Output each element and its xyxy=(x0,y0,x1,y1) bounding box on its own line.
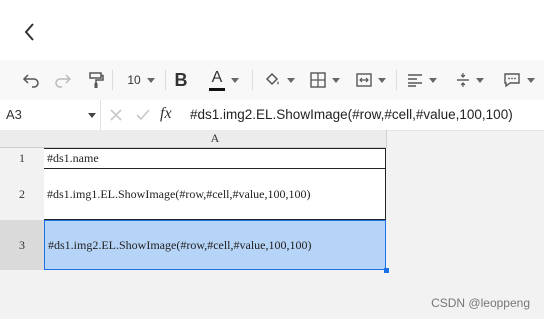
cell-reference: A3 xyxy=(6,107,22,122)
chevron-down-icon xyxy=(287,77,295,83)
cell-a2[interactable]: #ds1.img1.EL.ShowImage(#row,#cell,#value… xyxy=(44,169,386,220)
chevron-down-icon xyxy=(88,113,96,118)
font-color-button[interactable]: A xyxy=(203,68,245,92)
chevron-down-icon xyxy=(527,77,535,83)
font-size-value: 10 xyxy=(127,73,141,87)
font-size-select[interactable]: 10 xyxy=(120,68,162,92)
bold-button[interactable]: B xyxy=(170,68,192,92)
paint-bucket-icon xyxy=(265,72,279,86)
comment-button[interactable] xyxy=(498,68,540,92)
divider xyxy=(396,70,397,90)
font-color-label: A xyxy=(211,68,223,86)
watermark: CSDN @leoppeng xyxy=(431,296,530,310)
chevron-down-icon xyxy=(332,77,340,83)
cancel-icon[interactable] xyxy=(110,109,122,121)
comment-icon xyxy=(504,73,520,88)
format-painter-icon[interactable] xyxy=(85,68,107,92)
divider xyxy=(165,70,166,90)
redo-icon[interactable] xyxy=(52,68,74,92)
chevron-down-icon xyxy=(146,77,155,83)
formula-actions: fx xyxy=(100,100,180,130)
chevron-down-icon xyxy=(429,77,437,83)
chevron-down-icon xyxy=(476,77,484,83)
top-bar xyxy=(0,0,544,61)
chevron-down-icon xyxy=(378,77,386,83)
fill-color-button[interactable] xyxy=(260,68,298,92)
align-left-icon xyxy=(408,74,422,87)
name-box[interactable]: A3 xyxy=(0,100,101,130)
fx-icon[interactable]: fx xyxy=(160,105,172,123)
merge-cells-icon xyxy=(356,73,372,87)
merge-cells-button[interactable] xyxy=(352,68,390,92)
formula-bar: A3 fx #ds1.img2.EL.ShowImage(#row,#cell,… xyxy=(0,100,544,131)
row-header-2[interactable]: 2 xyxy=(0,169,44,220)
font-color-swatch xyxy=(209,87,225,91)
confirm-icon[interactable] xyxy=(136,109,150,121)
row-header-3[interactable]: 3 xyxy=(0,220,44,270)
divider xyxy=(112,70,113,90)
formula-input[interactable]: #ds1.img2.EL.ShowImage(#row,#cell,#value… xyxy=(190,107,513,122)
horizontal-align-button[interactable] xyxy=(402,68,442,92)
borders-icon xyxy=(310,72,326,88)
cell-a3-selected[interactable]: #ds1.img2.EL.ShowImage(#row,#cell,#value… xyxy=(44,220,386,270)
fill-handle[interactable] xyxy=(384,268,389,273)
borders-button[interactable] xyxy=(306,68,344,92)
divider xyxy=(252,70,253,90)
cell-a1[interactable]: #ds1.name xyxy=(44,148,386,169)
vertical-align-icon xyxy=(457,73,469,87)
back-icon[interactable] xyxy=(18,20,42,44)
column-header-a[interactable]: A xyxy=(44,130,387,148)
undo-icon[interactable] xyxy=(20,68,42,92)
chevron-down-icon xyxy=(231,77,239,83)
select-all-corner[interactable] xyxy=(0,130,44,148)
toolbar: 10 B A xyxy=(0,60,544,101)
vertical-align-button[interactable] xyxy=(450,68,490,92)
row-header-1[interactable]: 1 xyxy=(0,148,44,169)
